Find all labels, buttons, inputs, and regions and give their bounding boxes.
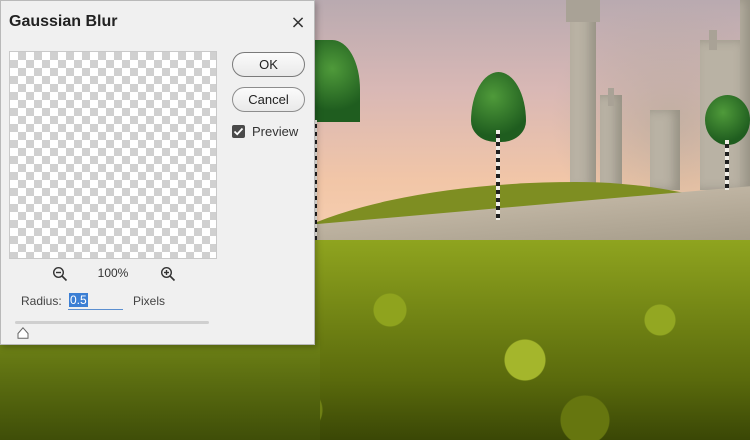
castle-tower-cap (608, 88, 614, 106)
radius-input[interactable]: 0.5 (68, 293, 123, 310)
radius-unit: Pixels (133, 294, 166, 308)
preview-pane[interactable] (9, 51, 217, 259)
castle-tower (600, 95, 622, 195)
preview-checkbox[interactable] (232, 124, 245, 138)
castle-tower (570, 0, 596, 190)
dialog-title: Gaussian Blur (9, 13, 118, 30)
radius-slider-track[interactable] (15, 321, 209, 324)
gaussian-blur-dialog: Gaussian Blur × 100% OK Cancel Preview R… (0, 0, 315, 345)
castle-tower (650, 110, 680, 190)
zoom-in-icon[interactable] (159, 265, 177, 283)
moss-foreground (0, 340, 320, 440)
radius-label: Radius: (21, 294, 62, 308)
checkmark-icon (233, 127, 244, 135)
zoom-controls: 100% (9, 265, 217, 283)
castle-tower-cap (566, 0, 600, 22)
preview-toggle[interactable]: Preview (232, 123, 298, 139)
tree-trunk (725, 140, 729, 190)
radius-slider-thumb[interactable] (17, 324, 29, 339)
zoom-out-icon[interactable] (51, 265, 69, 283)
radius-value: 0.5 (69, 293, 88, 307)
close-icon[interactable]: × (288, 13, 308, 33)
castle-tower-cap (709, 30, 717, 50)
preview-label: Preview (252, 123, 299, 139)
tree-trunk (496, 130, 500, 220)
cancel-button[interactable]: Cancel (232, 87, 305, 112)
castle-tower (740, 0, 750, 190)
zoom-level: 100% (97, 266, 129, 280)
club-tree-top (705, 95, 750, 145)
ok-button[interactable]: OK (232, 52, 305, 77)
